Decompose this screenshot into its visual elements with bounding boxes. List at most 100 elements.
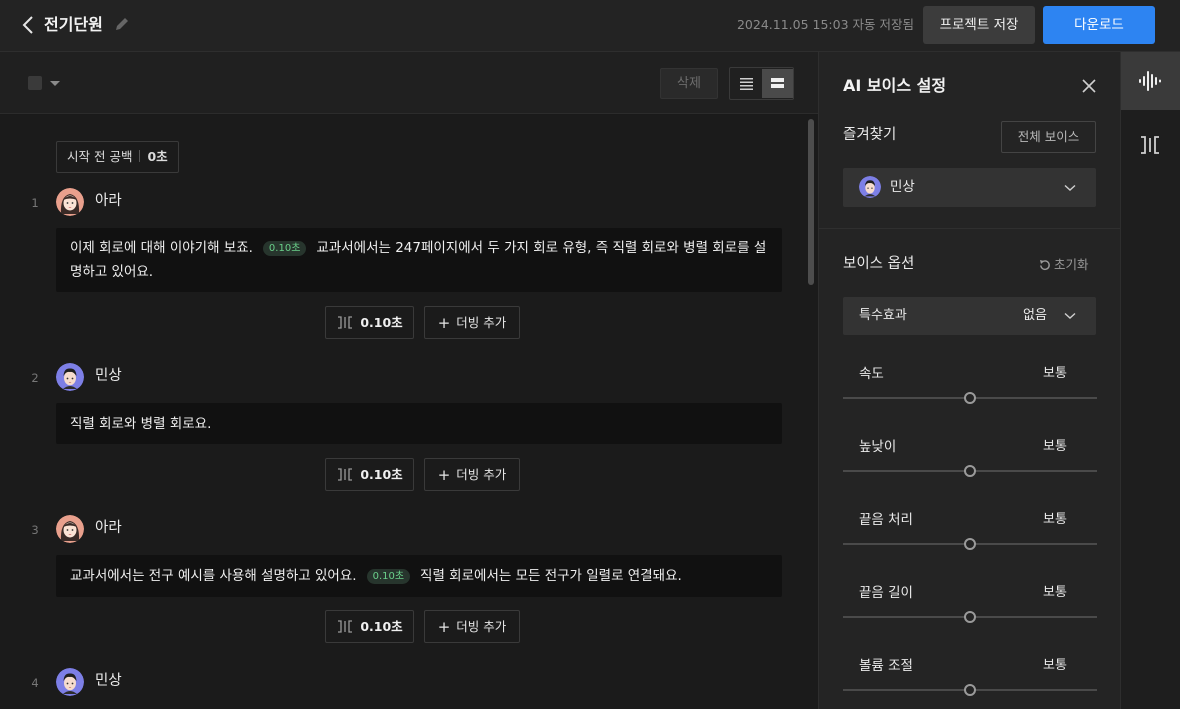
slider-thumb[interactable] xyxy=(964,538,976,550)
side-rail xyxy=(1120,52,1180,709)
slider-thumb[interactable] xyxy=(964,684,976,696)
block-view-button[interactable] xyxy=(762,69,793,98)
pause-gap-icon xyxy=(338,316,353,329)
list-view-icon xyxy=(740,78,753,90)
back-arrow-icon[interactable] xyxy=(20,14,38,36)
save-project-button[interactable]: 프로젝트 저장 xyxy=(923,6,1035,44)
speaker-avatar-male[interactable] xyxy=(56,668,84,696)
download-button[interactable]: 다운로드 xyxy=(1043,6,1155,44)
speaker-name[interactable]: 민상 xyxy=(95,671,122,691)
select-all-checkbox[interactable] xyxy=(28,76,42,90)
divider xyxy=(819,228,1121,229)
favorites-label: 즐겨찾기 xyxy=(843,127,897,143)
param-name: 볼륨 조절 xyxy=(859,658,913,674)
special-effect-label: 특수효과 xyxy=(859,308,907,323)
start-gap-label: 시작 전 공백 xyxy=(67,149,133,164)
line-number: 2 xyxy=(31,371,39,385)
param-value: 보통 xyxy=(1043,585,1067,600)
pause-duration-button[interactable]: 0.10초 xyxy=(325,458,414,491)
start-gap-value: 0초 xyxy=(147,149,168,164)
delete-button[interactable]: 삭제 xyxy=(660,68,718,99)
reset-icon xyxy=(1040,260,1050,271)
add-dubbing-label: 더빙 추가 xyxy=(456,315,507,330)
scrollbar[interactable] xyxy=(808,119,814,285)
add-dubbing-button[interactable]: + 더빙 추가 xyxy=(424,458,520,491)
autosave-status: 2024.11.05 15:03 자동 저장됨 xyxy=(736,17,914,32)
speaker-avatar-female[interactable] xyxy=(56,515,84,543)
line-number: 3 xyxy=(31,523,39,537)
selected-voice-name: 민상 xyxy=(890,179,915,195)
view-toggle xyxy=(729,67,794,100)
ending-length-slider[interactable] xyxy=(843,610,1097,624)
app-header: 전기단원 2024.11.05 15:03 자동 저장됨 프로젝트 저장 다운로… xyxy=(0,0,1180,52)
plus-icon: + xyxy=(437,466,451,484)
script-text-box[interactable]: 이제 회로에 대해 이야기해 보죠. 0.10초 교과서에서는 247페이지에서 두… xyxy=(56,228,782,292)
script-editor: 시작 전 공백 0초 1 아라 이제 회로에 대해 이야기해 보죠. 0.10초 교과… xyxy=(0,115,818,709)
all-voices-button[interactable]: 전체 보이스 xyxy=(1001,121,1096,153)
script-text-box[interactable]: 교과서에서는 전구 예시를 사용해 설명하고 있어요. 0.10초 직렬 회로에서는… xyxy=(56,555,782,597)
script-text: 이제 회로에 대해 이야기해 보죠. xyxy=(70,240,253,256)
chevron-down-icon xyxy=(1064,312,1076,319)
pause-duration-button[interactable]: 0.10초 xyxy=(325,306,414,339)
add-dubbing-button[interactable]: + 더빙 추가 xyxy=(424,610,520,643)
speaker-name[interactable]: 아라 xyxy=(95,191,122,211)
pause-duration-button[interactable]: 0.10초 xyxy=(325,610,414,643)
voice-select[interactable]: 민상 xyxy=(843,168,1096,207)
divider xyxy=(139,150,141,162)
line-number: 4 xyxy=(31,676,39,690)
reset-label: 초기화 xyxy=(1054,257,1089,272)
pencil-icon[interactable] xyxy=(114,16,130,32)
plus-icon: + xyxy=(437,618,451,636)
param-name: 높낮이 xyxy=(859,439,897,455)
pitch-slider[interactable] xyxy=(843,464,1097,478)
add-dubbing-label: 더빙 추가 xyxy=(456,467,507,482)
param-value: 보통 xyxy=(1043,439,1067,454)
add-dubbing-label: 더빙 추가 xyxy=(456,619,507,634)
speaker-name[interactable]: 아라 xyxy=(95,518,122,538)
special-effect-select[interactable]: 특수효과 없음 xyxy=(843,297,1096,335)
pause-badge[interactable]: 0.10초 xyxy=(262,241,307,256)
script-text: 직렬 회로와 병렬 회로요. xyxy=(70,416,212,432)
slider-thumb[interactable] xyxy=(964,465,976,477)
project-title[interactable]: 전기단원 xyxy=(44,14,103,36)
chevron-down-icon xyxy=(1064,184,1076,191)
speaker-name[interactable]: 민상 xyxy=(95,366,122,386)
param-name: 끝음 길이 xyxy=(859,585,913,601)
voice-avatar xyxy=(859,176,881,198)
speaker-avatar-male[interactable] xyxy=(56,363,84,391)
pause-settings-tab[interactable] xyxy=(1121,116,1180,174)
param-value: 보통 xyxy=(1043,512,1067,527)
slider-thumb[interactable] xyxy=(964,392,976,404)
start-gap-button[interactable]: 시작 전 공백 0초 xyxy=(56,141,179,173)
param-value: 보통 xyxy=(1043,658,1067,673)
pause-gap-icon xyxy=(338,468,353,481)
panel-title: AI 보이스 설정 xyxy=(843,76,947,95)
volume-slider[interactable] xyxy=(843,683,1097,697)
list-view-button[interactable] xyxy=(731,69,762,98)
pause-gap-icon xyxy=(1141,136,1159,154)
special-effect-value: 없음 xyxy=(1023,308,1047,323)
plus-icon: + xyxy=(437,314,451,332)
pause-gap-icon xyxy=(338,620,353,633)
script-text-box[interactable]: 직렬 회로와 병렬 회로요. xyxy=(56,403,782,444)
voice-options-label: 보이스 옵션 xyxy=(843,256,915,272)
pause-badge[interactable]: 0.10초 xyxy=(366,569,411,584)
pause-duration-value: 0.10초 xyxy=(360,619,403,634)
reset-button[interactable]: 초기화 xyxy=(1039,256,1089,274)
chevron-down-icon[interactable] xyxy=(50,81,60,86)
ai-voice-tab[interactable] xyxy=(1121,52,1180,110)
speaker-avatar-female[interactable] xyxy=(56,188,84,216)
ending-tone-slider[interactable] xyxy=(843,537,1097,551)
script-toolbar: 삭제 xyxy=(0,52,818,114)
slider-thumb[interactable] xyxy=(964,611,976,623)
param-name: 속도 xyxy=(859,366,884,382)
pause-duration-value: 0.10초 xyxy=(360,315,403,330)
speed-slider[interactable] xyxy=(843,391,1097,405)
waveform-icon xyxy=(1139,71,1161,91)
voice-settings-panel: AI 보이스 설정 즐겨찾기 전체 보이스 민상 보이스 옵션 초기화 특수효과… xyxy=(818,52,1121,709)
script-text: 직렬 회로에서는 모든 전구가 일렬로 연결돼요. xyxy=(420,568,682,584)
close-icon[interactable] xyxy=(1081,78,1097,94)
add-dubbing-button[interactable]: + 더빙 추가 xyxy=(424,306,520,339)
param-name: 끝음 처리 xyxy=(859,512,913,528)
line-number: 1 xyxy=(31,196,39,210)
